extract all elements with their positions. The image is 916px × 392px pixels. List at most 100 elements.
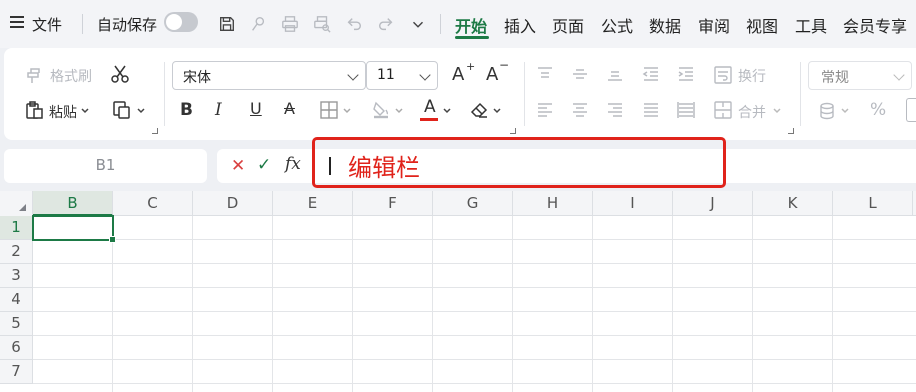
column-header-c[interactable]: C	[113, 191, 193, 216]
align-top-icon[interactable]	[534, 64, 556, 84]
tab-data[interactable]: 数据	[649, 13, 681, 37]
align-right-icon[interactable]	[604, 100, 626, 120]
eraser-icon[interactable]	[468, 98, 490, 120]
paste-label[interactable]: 粘贴	[49, 102, 77, 122]
tab-member[interactable]: 会员专享	[843, 13, 907, 37]
tab-page[interactable]: 页面	[552, 13, 584, 37]
align-left-icon[interactable]	[534, 100, 556, 120]
tab-tools[interactable]: 工具	[795, 13, 827, 37]
chevron-down-icon[interactable]	[394, 106, 404, 116]
print-preview-icon[interactable]	[312, 14, 332, 34]
format-painter-icon[interactable]	[24, 64, 46, 86]
copy-icon[interactable]	[110, 98, 134, 122]
cut-icon[interactable]	[108, 62, 132, 86]
format-painter-small-icon[interactable]	[248, 14, 268, 34]
align-bottom-icon[interactable]	[604, 64, 626, 84]
spreadsheet-grid[interactable]: B C D E F G H I J K L 1 2 3 4 5 6 7	[0, 191, 916, 392]
grid-line	[192, 216, 193, 392]
merge-cells-icon[interactable]	[712, 99, 734, 121]
paste-icon[interactable]	[22, 98, 46, 122]
autosave-toggle[interactable]	[164, 12, 198, 32]
row-header-7[interactable]: 7	[0, 360, 33, 384]
dialog-launcher-icon[interactable]	[152, 128, 158, 134]
chevron-down-icon[interactable]	[136, 106, 146, 116]
decrease-indent-icon[interactable]	[640, 64, 662, 84]
cancel-icon[interactable]: ✕	[231, 156, 245, 176]
row-header-3[interactable]: 3	[0, 264, 33, 288]
borders-icon[interactable]	[318, 99, 340, 121]
align-middle-icon[interactable]	[569, 64, 591, 84]
align-center-icon[interactable]	[569, 100, 591, 120]
distributed-align-icon[interactable]	[675, 100, 697, 120]
active-tab-indicator	[455, 36, 489, 39]
percent-icon[interactable]: %	[870, 100, 886, 120]
chevron-down-icon[interactable]	[772, 106, 782, 116]
active-cell-b1[interactable]	[32, 215, 116, 243]
row-header-5[interactable]: 5	[0, 312, 33, 336]
undo-icon[interactable]	[344, 14, 364, 34]
number-format-select[interactable]: 常规	[808, 61, 912, 90]
menu-bar: 文件 自动保存 开始 插入 页面 公式 数据 审阅 视图 工具 会员专享	[0, 0, 916, 48]
confirm-icon[interactable]: ✓	[257, 155, 271, 175]
merge-cells-label[interactable]: 合并	[738, 102, 766, 122]
chevron-down-icon[interactable]	[442, 106, 452, 116]
increase-font-icon[interactable]: A	[452, 64, 464, 85]
dialog-launcher-icon[interactable]	[510, 128, 516, 134]
fill-color-icon[interactable]	[370, 98, 392, 120]
name-box[interactable]: B1	[4, 149, 207, 183]
redo-icon[interactable]	[376, 14, 396, 34]
save-icon[interactable]	[217, 14, 237, 34]
column-header-l[interactable]: L	[833, 191, 913, 216]
increase-indent-icon[interactable]	[675, 64, 697, 84]
chevron-down-icon[interactable]	[342, 106, 352, 116]
menu-icon[interactable]	[10, 16, 24, 30]
tab-view[interactable]: 视图	[746, 13, 778, 37]
column-header-g[interactable]: G	[433, 191, 513, 216]
tab-formulas[interactable]: 公式	[601, 13, 633, 37]
justify-icon[interactable]	[640, 100, 662, 120]
column-header-f[interactable]: F	[353, 191, 433, 216]
tab-insert[interactable]: 插入	[504, 13, 536, 37]
underline-icon[interactable]: U	[250, 99, 262, 118]
row-header-2[interactable]: 2	[0, 240, 33, 264]
format-painter-label[interactable]: 格式刷	[50, 66, 92, 86]
font-color-icon[interactable]: A	[424, 97, 436, 117]
insert-function-icon[interactable]: fx	[285, 154, 301, 174]
italic-icon[interactable]: I	[215, 100, 222, 120]
column-header-i[interactable]: I	[593, 191, 673, 216]
column-header-e[interactable]: E	[273, 191, 353, 216]
column-header-b[interactable]: B	[33, 191, 113, 216]
font-size-select[interactable]: 11	[366, 61, 438, 90]
tab-review[interactable]: 审阅	[698, 13, 730, 37]
tab-home[interactable]: 开始	[455, 13, 487, 37]
bold-icon[interactable]: B	[180, 100, 193, 120]
increase-font-plus-icon: +	[466, 60, 476, 73]
column-header-h[interactable]: H	[513, 191, 593, 216]
row-header-6[interactable]: 6	[0, 336, 33, 360]
grid-line	[33, 359, 916, 360]
font-name-select[interactable]: 宋体	[172, 61, 366, 90]
currency-icon[interactable]	[816, 100, 838, 122]
group-separator	[524, 62, 525, 126]
column-header-k[interactable]: K	[753, 191, 833, 216]
wrap-text-label[interactable]: 换行	[738, 66, 766, 86]
wrap-text-icon[interactable]	[712, 64, 734, 86]
thousands-separator-icon[interactable]	[906, 98, 916, 122]
column-header-d[interactable]: D	[193, 191, 273, 216]
decrease-font-icon[interactable]: A	[486, 64, 498, 85]
row-header-1[interactable]: 1	[0, 216, 33, 240]
column-header-j[interactable]: J	[673, 191, 753, 216]
dialog-launcher-icon[interactable]	[788, 128, 794, 134]
grid-line	[33, 335, 916, 336]
file-menu[interactable]: 文件	[32, 14, 62, 35]
row-header-4[interactable]: 4	[0, 288, 33, 312]
decrease-font-minus-icon: −	[499, 58, 510, 72]
strikethrough-icon[interactable]: A	[284, 99, 295, 118]
chevron-down-icon[interactable]	[80, 106, 90, 116]
chevron-down-icon[interactable]	[840, 106, 850, 116]
print-icon[interactable]	[280, 14, 300, 34]
chevron-down-icon[interactable]	[492, 106, 502, 116]
more-chevron-icon[interactable]	[408, 14, 428, 34]
select-all-corner[interactable]	[0, 191, 33, 216]
grid-line	[832, 216, 833, 392]
